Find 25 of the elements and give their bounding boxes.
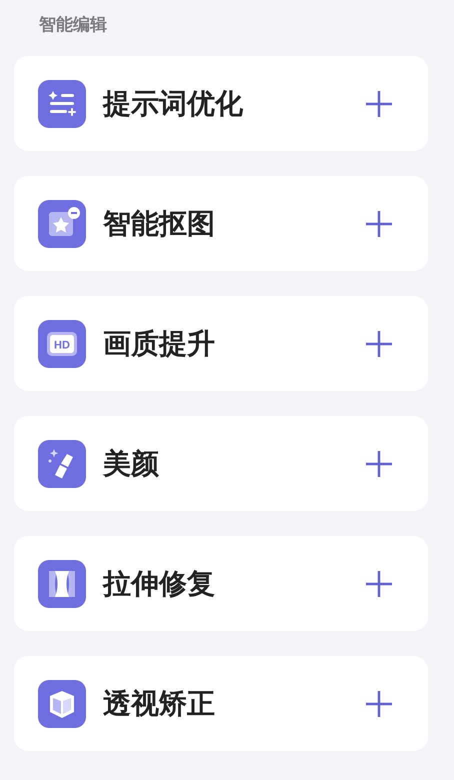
section-title: 智能编辑 [38, 14, 108, 37]
cube-icon [38, 680, 86, 728]
tool-label: 画质提升 [103, 326, 216, 362]
tool-label: 透视矫正 [103, 686, 216, 722]
tool-card[interactable]: 智能抠图 [14, 176, 428, 271]
add-icon[interactable] [364, 328, 394, 358]
tool-label: 智能抠图 [103, 206, 216, 242]
tool-label: 拉伸修复 [103, 566, 216, 602]
star-cutout-icon [38, 200, 86, 248]
add-icon[interactable] [364, 448, 394, 478]
tool-card[interactable]: 提示词优化 [14, 56, 428, 151]
tool-card[interactable]: 美颜 [14, 416, 428, 511]
stretch-icon [38, 560, 86, 608]
sliders-icon [38, 80, 86, 128]
add-icon[interactable] [364, 688, 394, 718]
tool-label: 提示词优化 [103, 86, 244, 122]
hd-icon: HD [38, 320, 86, 368]
lipstick-icon [38, 440, 86, 488]
add-icon[interactable] [364, 208, 394, 238]
tool-card[interactable]: 拉伸修复 [14, 536, 428, 631]
add-icon[interactable] [364, 568, 394, 598]
add-icon[interactable] [364, 88, 394, 118]
tool-label: 美颜 [103, 446, 160, 482]
tool-card[interactable]: HD 画质提升 [14, 296, 428, 391]
tool-card[interactable]: 透视矫正 [14, 656, 428, 751]
